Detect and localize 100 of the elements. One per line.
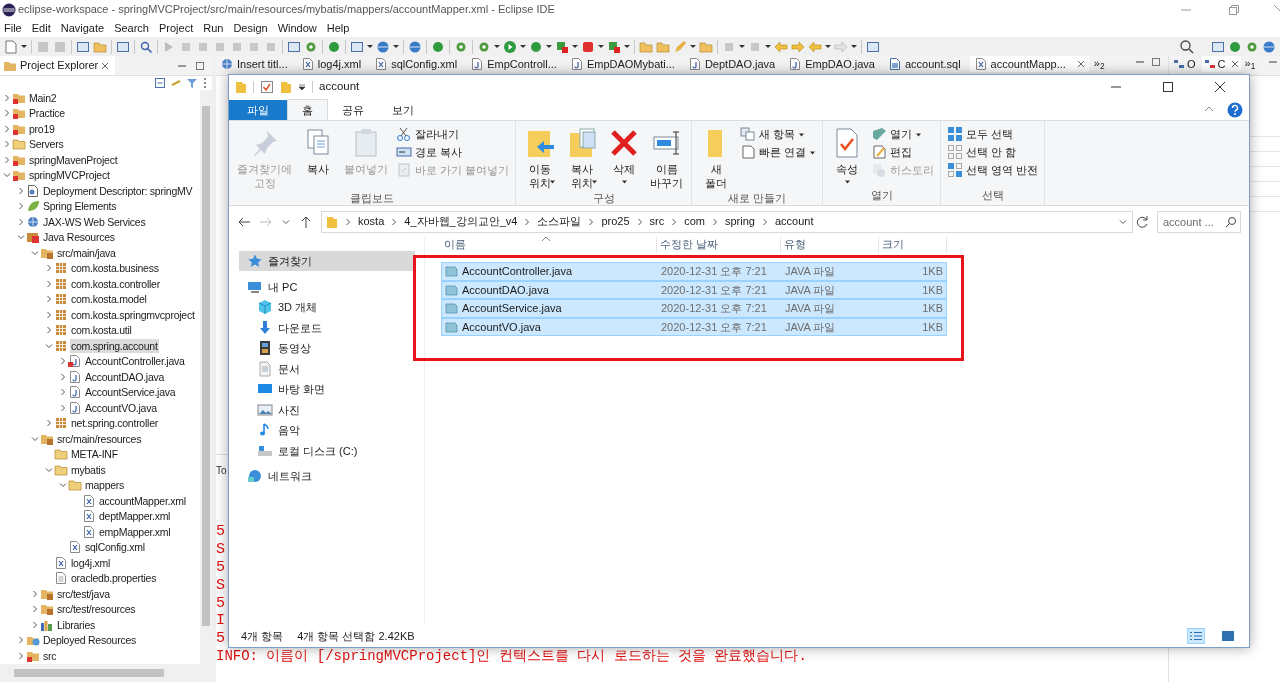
restore-button[interactable] — [1228, 3, 1240, 16]
ribbon-tab[interactable]: 보기 — [378, 100, 428, 120]
more-tabs-button[interactable]: »$_{1}$ — [1244, 56, 1256, 70]
chevron-right-icon[interactable] — [30, 588, 40, 599]
tree-item[interactable]: mappers — [84, 478, 126, 493]
scrollbar[interactable] — [0, 664, 212, 682]
tree-item[interactable]: Practice — [28, 106, 66, 121]
breadcrumb[interactable]: account — [774, 213, 814, 230]
caret-icon[interactable] — [620, 178, 628, 185]
tree-item[interactable]: com.kosta.model — [70, 292, 148, 307]
ribbon-button[interactable]: 빠른 연결 — [738, 143, 819, 161]
chevron-right-icon[interactable] — [16, 650, 26, 661]
chevron-right-icon[interactable] — [58, 356, 68, 367]
tree-item[interactable]: springMavenProject — [28, 152, 119, 167]
details-view-button[interactable] — [1187, 628, 1205, 644]
menu-item[interactable]: Help — [326, 19, 350, 37]
nav-item[interactable]: 네트워크 — [247, 466, 320, 487]
ribbon-button[interactable]: 새 폴더 — [696, 123, 737, 190]
chevron-right-icon[interactable] — [2, 92, 12, 103]
breadcrumb[interactable]: com — [684, 213, 705, 230]
chevron-right-icon[interactable] — [16, 185, 26, 196]
ribbon-button[interactable]: 편집 — [869, 143, 937, 161]
ribbon-button[interactable]: 이름 바꾸기 — [646, 123, 688, 190]
caret-icon[interactable] — [591, 178, 599, 185]
editor-tab[interactable]: sqlConfig.xml — [370, 56, 462, 72]
tree-item[interactable]: Libraries — [56, 617, 97, 632]
tree-item[interactable]: AccountService.java — [84, 385, 177, 400]
ribbon-button[interactable]: 복사 — [298, 123, 338, 190]
editor-tab[interactable]: DeptDAO.java — [683, 56, 780, 72]
collapse-icon[interactable] — [154, 77, 166, 89]
more-tabs-button[interactable]: »$_{2}$ — [1093, 56, 1105, 70]
ribbon-tab[interactable]: 공유 — [328, 100, 378, 120]
ribbon-button[interactable]: 삭제 — [604, 123, 645, 190]
caret-icon[interactable] — [298, 82, 306, 91]
close-icon[interactable] — [1215, 81, 1225, 92]
close-icon[interactable] — [101, 61, 110, 70]
column-header[interactable]: 크기 — [882, 237, 904, 251]
help-icon[interactable] — [1227, 102, 1243, 118]
file-row[interactable]: AccountController.java 2020-12-31 오후 7:21 JAVA 파일 1KB — [441, 262, 947, 281]
ribbon-button[interactable]: 새 항목 — [738, 125, 819, 143]
menu-item[interactable]: File — [4, 19, 22, 37]
nav-item[interactable]: 사진 — [257, 399, 308, 420]
tree-item[interactable]: oracledb.properties — [70, 571, 158, 586]
nav-item[interactable]: 즐겨찾기 — [239, 251, 415, 272]
chevron-right-icon[interactable] — [2, 154, 12, 165]
editor-tab[interactable]: EmpDAOMybati... — [565, 56, 679, 72]
chevron-right-icon[interactable] — [16, 216, 26, 227]
ribbon-button[interactable]: 선택 영역 반전 — [945, 161, 1041, 179]
editor-tab[interactable]: EmpControll... — [466, 56, 561, 72]
breadcrumb[interactable]: spring — [725, 213, 755, 230]
tree-item[interactable]: src — [42, 648, 58, 663]
maximize-icon[interactable] — [1163, 81, 1173, 92]
search-icon[interactable] — [1179, 38, 1195, 55]
tree-item[interactable]: log4j.xml — [70, 555, 112, 570]
up-arrow-icon[interactable] — [299, 214, 313, 229]
chevron-right-icon[interactable] — [16, 201, 26, 212]
ribbon-button[interactable]: 이동 위치 — [520, 123, 561, 190]
tree-item[interactable]: mybatis — [70, 462, 107, 477]
tree-item[interactable]: Servers — [28, 137, 65, 152]
breadcrumb[interactable]: src — [649, 213, 665, 230]
caret-icon[interactable] — [843, 178, 851, 185]
nav-item[interactable]: 동영상 — [257, 338, 319, 359]
menu-icon[interactable] — [202, 77, 208, 89]
view-tab[interactable]: O — [1171, 56, 1198, 72]
menu-item[interactable]: Project — [159, 19, 194, 37]
tree-item[interactable]: com.kosta.springmvcproject — [70, 307, 196, 322]
chevron-right-icon[interactable] — [44, 294, 54, 305]
view-tab[interactable]: Project Explorer — [0, 56, 116, 75]
tree-item[interactable]: src/main/java — [56, 245, 117, 260]
tree-item[interactable]: Deployment Descriptor: springMV — [42, 183, 194, 198]
menu-item[interactable]: Design — [233, 19, 268, 37]
chevron-right-icon[interactable] — [30, 619, 40, 630]
ribbon-button[interactable]: 선택 안 함 — [945, 143, 1041, 161]
caret-icon[interactable] — [549, 178, 557, 185]
tree-item[interactable]: src/test/java — [56, 586, 111, 601]
breadcrumb[interactable]: pro25 — [601, 213, 630, 230]
nav-item[interactable]: 로컬 디스크 (C:) — [257, 440, 366, 461]
menu-item[interactable]: Search — [114, 19, 149, 37]
close-icon[interactable] — [1076, 60, 1085, 68]
chevron-right-icon[interactable] — [30, 604, 40, 615]
chevron-right-icon[interactable] — [2, 139, 12, 150]
editor-tab[interactable]: Insert titl... — [216, 56, 292, 72]
ribbon-button[interactable]: 열기 — [869, 125, 937, 143]
ribbon-tab[interactable]: 파일 — [229, 100, 287, 120]
chevron-right-icon[interactable] — [2, 123, 12, 134]
editor-tab[interactable]: log4j.xml — [296, 56, 366, 72]
file-row[interactable]: AccountService.java 2020-12-31 오후 7:21 JAVA 파일 1KB — [441, 299, 947, 318]
search-field[interactable]: account ... — [1157, 210, 1241, 233]
menu-item[interactable]: Edit — [31, 19, 51, 37]
chevron-right-icon[interactable] — [2, 108, 12, 119]
tree-item[interactable]: META-INF — [70, 447, 119, 462]
nav-item[interactable]: 음악 — [257, 420, 308, 441]
chevron-right-icon[interactable] — [44, 325, 54, 336]
menu-item[interactable]: Navigate — [60, 19, 105, 37]
tree-item[interactable]: com.spring.account — [70, 338, 159, 353]
tree-item[interactable]: deptMapper.xml — [98, 509, 172, 524]
tree-item[interactable]: com.kosta.util — [70, 323, 133, 338]
chevron-right-icon[interactable] — [44, 418, 54, 429]
breadcrumb[interactable]: 소스파일 — [537, 213, 582, 230]
tree-item[interactable]: AccountController.java — [84, 354, 186, 369]
